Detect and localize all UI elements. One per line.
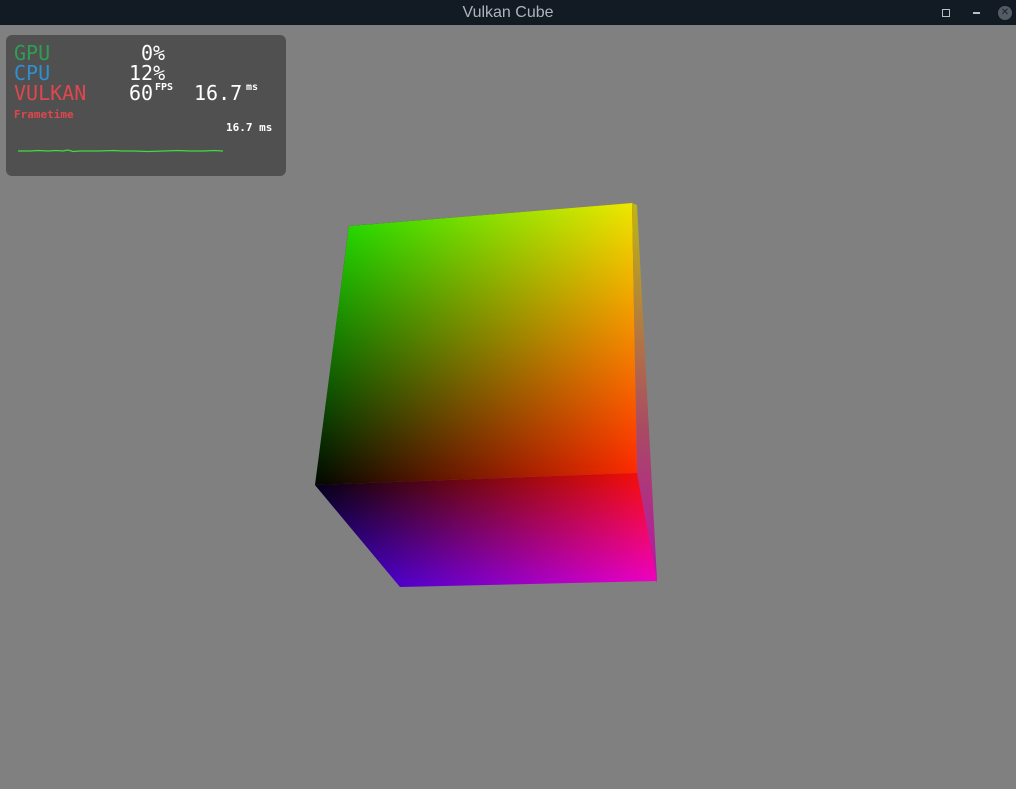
title-bar[interactable]: Vulkan Cube ✕ (0, 0, 1016, 25)
gpu-label: GPU (14, 41, 51, 65)
minimize-icon (972, 12, 980, 14)
cube-bottom-face-shade (315, 473, 657, 587)
fps-value: 60 (129, 81, 154, 105)
cube-front-face-shade (315, 203, 637, 485)
app-window: Vulkan Cube ✕ GPU 0% CPU 12% VULKAN 60 F… (0, 0, 1016, 789)
cpu-usage-value: 12% (129, 61, 166, 85)
minimize-button[interactable] (968, 5, 984, 21)
close-icon: ✕ (1000, 6, 1010, 18)
maximize-button[interactable] (938, 5, 954, 21)
close-button[interactable]: ✕ (998, 5, 1012, 20)
performance-overlay: GPU 0% CPU 12% VULKAN 60 FPS 16.7 ms Fra… (6, 35, 286, 176)
frametime-graph-line (18, 149, 224, 153)
frametime-value: 16.7 (194, 81, 243, 105)
window-title: Vulkan Cube (462, 4, 554, 21)
window-controls: ✕ (938, 0, 1012, 25)
maximize-icon (942, 8, 950, 17)
fps-unit: FPS (155, 82, 174, 93)
frametime-graph-value: 16.7 ms (226, 121, 273, 134)
frametime-unit: ms (246, 82, 259, 93)
api-label: VULKAN (14, 81, 87, 105)
gpu-usage-value: 0% (141, 41, 166, 65)
frametime-label: Frametime (14, 108, 74, 121)
cpu-label: CPU (14, 61, 51, 85)
frametime-graph (18, 149, 224, 153)
